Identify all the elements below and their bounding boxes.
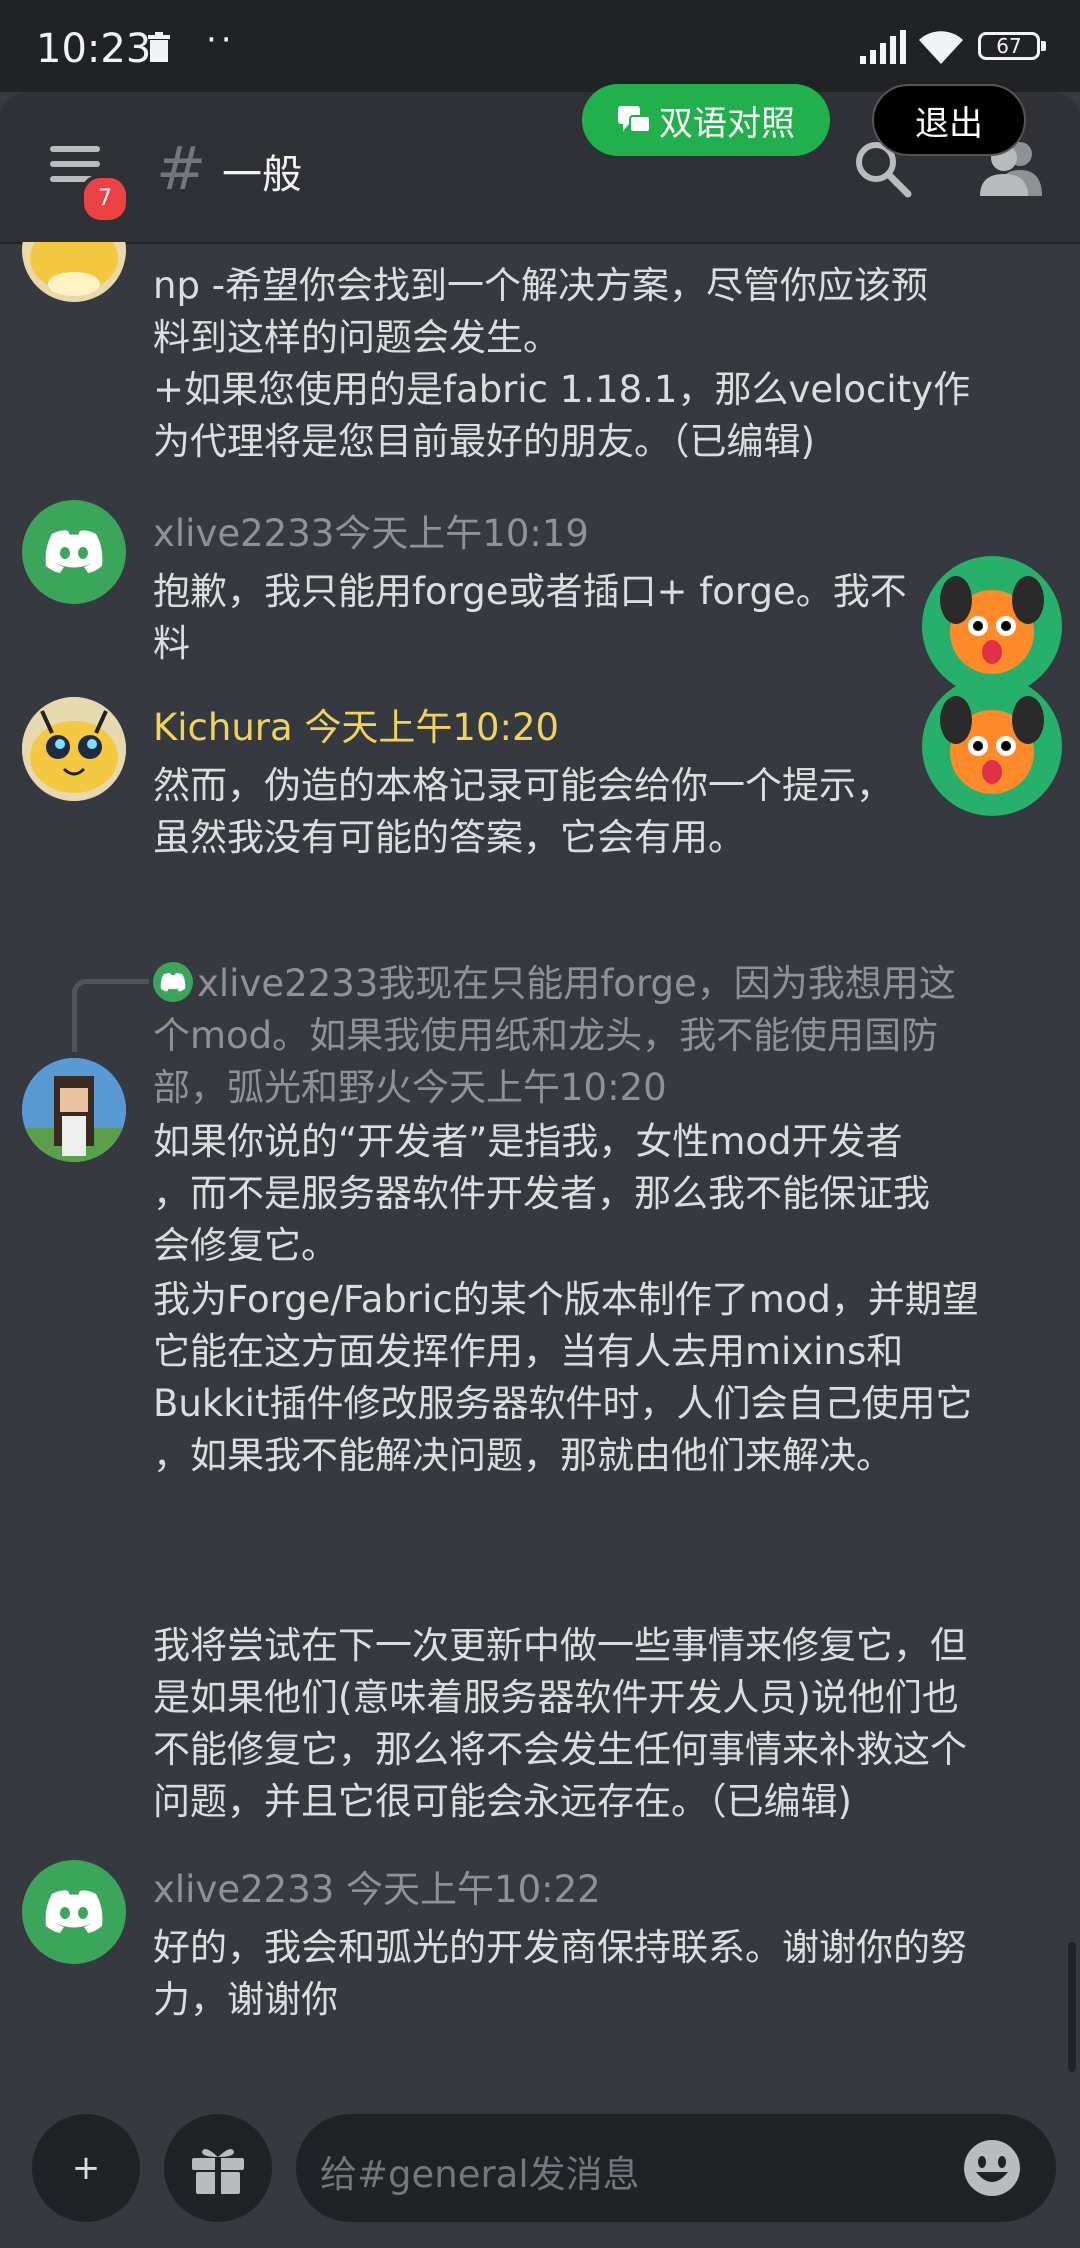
message-paragraph: 如果你说的“开发者”是指我，女性mod开发者 ，而不是服务器软件开发者，那么我不… <box>153 1120 930 1267</box>
reply-connector <box>72 979 149 1052</box>
message-line: 然而，伪造的本格记录可能会给你一个提示， <box>153 764 893 807</box>
message-line: 料 <box>153 622 190 665</box>
status-time: 10:23 <box>36 26 152 72</box>
trash-icon <box>148 32 170 62</box>
message-line: 抱歉，我只能用forge或者插口+ forge。我不 <box>153 570 907 613</box>
username[interactable]: xlive2233 <box>153 512 334 555</box>
timestamp: 今天上午10:19 <box>334 512 589 555</box>
avatar-mod-developer[interactable] <box>22 1058 126 1162</box>
notification-badge: 7 <box>80 174 130 224</box>
discord-logo-icon <box>153 962 193 1002</box>
message-line: np -希望你会找到一个解决方案，尽管你应该预 <box>153 264 929 307</box>
dog-sticker-art <box>940 696 1044 794</box>
message-m1-body: np -希望你会找到一个解决方案，尽管你应该预 料到这样的问题会发生。 +如果您… <box>153 260 1033 468</box>
discord-logo-icon <box>45 1890 103 1933</box>
scrollbar[interactable] <box>1068 1942 1076 2072</box>
dog-sticker[interactable] <box>922 556 1062 696</box>
gift-icon <box>192 2148 244 2194</box>
gift-button[interactable] <box>164 2114 272 2222</box>
message-m4: xlive2233我现在只能用forge，因为我想用这 个mod。如果我使用纸和… <box>153 958 1033 1828</box>
message-header: xlive2233今天上午10:19 <box>153 508 1033 560</box>
add-attachment-button[interactable]: + <box>32 2114 140 2222</box>
message-header: Kichura 今天上午10:20 <box>153 702 1033 754</box>
girl-avatar-art <box>22 1058 126 1162</box>
message-line: 为代理将是您目前最好的朋友。（已编辑) <box>153 420 815 463</box>
reply-line: 部，弧光和野火今天上午10:20 <box>153 1066 667 1109</box>
reply-preview[interactable]: xlive2233我现在只能用forge，因为我想用这 个mod。如果我使用纸和… <box>153 958 1033 1114</box>
signal-icon <box>860 30 906 64</box>
dog-sticker-art <box>940 576 1044 674</box>
message-line: +如果您使用的是fabric 1.18.1，那么velocity作 <box>153 368 971 411</box>
emoji-icon[interactable] <box>962 2138 1022 2198</box>
status-bar: 10:23 ·· 67 <box>0 0 1080 92</box>
username[interactable]: xlive2233 <box>153 1868 346 1911</box>
timestamp: 今天上午10:22 <box>346 1868 601 1911</box>
dog-sticker[interactable] <box>922 676 1062 816</box>
battery-indicator: 67 <box>978 32 1046 60</box>
message-input-placeholder: 给#general发消息 <box>320 2153 640 2196</box>
reply-line: 个mod。如果我使用纸和龙头，我不能使用国防 <box>153 1014 939 1057</box>
bee-avatar-art <box>30 242 118 296</box>
message-m5: xlive2233 今天上午10:22 好的，我会和弧光的开发商保持联系。谢谢你… <box>153 1864 1033 2026</box>
message-m3: Kichura 今天上午10:20 然而，伪造的本格记录可能会给你一个提示， 虽… <box>153 702 1033 864</box>
message-paragraph: 我将尝试在下一次更新中做一些事情来修复它，但 是如果他们(意味着服务器软件开发人… <box>153 1624 967 1823</box>
avatar-kichura-partial[interactable] <box>22 242 126 302</box>
message-line: 力，谢谢你 <box>153 1978 338 2021</box>
message-line: 料到这样的问题会发生。 <box>153 316 560 359</box>
message-input[interactable]: 给#general发消息 <box>296 2114 1056 2222</box>
username[interactable]: Kichura <box>153 706 304 749</box>
discord-logo-icon <box>45 530 103 573</box>
bilingual-toggle-button[interactable]: 双语对照 <box>582 84 830 156</box>
message-list[interactable]: np -希望你会找到一个解决方案，尽管你应该预 料到这样的问题会发生。 +如果您… <box>0 242 1080 2100</box>
channel-hash-icon: # <box>156 134 207 204</box>
wifi-icon <box>919 31 963 64</box>
message-line: 好的，我会和弧光的开发商保持联系。谢谢你的努 <box>153 1926 967 1969</box>
bee-avatar-art <box>22 697 126 801</box>
exit-button[interactable]: 退出 <box>872 84 1026 156</box>
message-composer: + 给#general发消息 <box>0 2100 1080 2248</box>
status-dots: ·· <box>206 20 236 60</box>
message-m2: xlive2233今天上午10:19 抱歉，我只能用forge或者插口+ for… <box>153 508 1033 670</box>
timestamp: 今天上午10:20 <box>304 706 560 749</box>
avatar-xlive2233[interactable] <box>22 1860 126 1964</box>
avatar-kichura[interactable] <box>22 697 126 801</box>
message-header: xlive2233 今天上午10:22 <box>153 1864 1033 1916</box>
avatar-xlive2233[interactable] <box>22 500 126 604</box>
message-line: 虽然我没有可能的答案，它会有用。 <box>153 816 745 859</box>
bilingual-button-label: 双语对照 <box>659 103 795 144</box>
channel-title[interactable]: 一般 <box>222 142 302 200</box>
translate-icon <box>618 106 651 133</box>
message-paragraph: 我为Forge/Fabric的某个版本制作了mod，并期望 它能在这方面发挥作用… <box>153 1278 979 1477</box>
reply-line: xlive2233我现在只能用forge，因为我想用这 <box>197 962 956 1005</box>
